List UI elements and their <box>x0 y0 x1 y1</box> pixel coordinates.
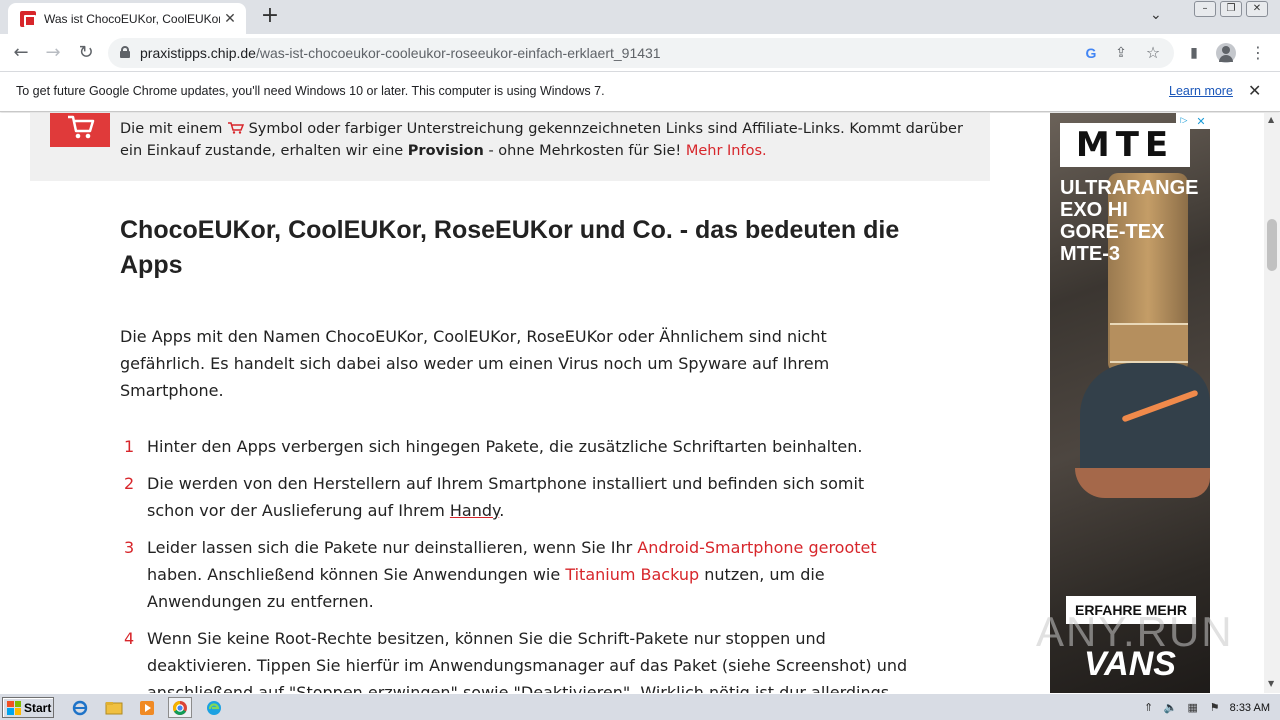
list-text: Hinter den Apps verbergen sich hingegen … <box>147 437 863 456</box>
ie-taskbar-icon[interactable] <box>68 697 92 718</box>
scroll-thumb[interactable] <box>1267 219 1277 271</box>
ad-line: EXO HI <box>1060 199 1128 221</box>
affiliate-text: Die mit einem Symbol oder farbiger Unter… <box>120 119 980 162</box>
affiliate-provision: Provision <box>407 142 484 159</box>
list-number: 4 <box>124 629 135 648</box>
minimize-icon[interactable]: – <box>1194 1 1216 17</box>
list-number: 3 <box>124 538 135 557</box>
media-player-taskbar-icon[interactable] <box>135 697 159 718</box>
chip-favicon-icon <box>20 10 36 27</box>
menu-kebab-icon[interactable]: ⋮ <box>1248 43 1268 63</box>
article-heading: ChocoEUKor, CoolEUKor, RoseEUKor und Co.… <box>120 216 900 279</box>
ad-cuff-image <box>1110 323 1188 363</box>
inline-cart-icon <box>227 122 244 134</box>
url-path: /was-ist-chocoeukor-cooleukor-roseeukor-… <box>255 45 661 61</box>
bookmark-star-icon[interactable]: ☆ <box>1144 44 1162 62</box>
affiliate-notice: Die mit einem Symbol oder farbiger Unter… <box>30 113 990 181</box>
tab-search-chevron-icon[interactable]: ⌄ <box>1150 7 1162 23</box>
explorer-taskbar-icon[interactable] <box>102 697 126 718</box>
article-intro: Die Apps mit den Namen ChocoEUKor, CoolE… <box>120 327 830 400</box>
ad-line: MTE-3 <box>1060 243 1120 265</box>
google-icon[interactable]: G <box>1082 44 1100 62</box>
titanium-backup-link[interactable]: Titanium Backup <box>565 565 699 584</box>
list-text: Die werden von den Herstellern auf Ihrem… <box>147 474 865 520</box>
list-item: 4 Wenn Sie keine Root-Rechte besitzen, k… <box>120 625 910 693</box>
ad-line: GORE-TEX <box>1060 221 1165 243</box>
list-text: haben. Anschließend können Sie Anwendung… <box>147 565 561 584</box>
lock-icon[interactable] <box>120 46 130 58</box>
windows-taskbar: Start ⇑ 🔈 ▦ ⚑ 8:33 AM <box>0 693 1280 720</box>
restore-icon[interactable]: ❐ <box>1220 1 1242 17</box>
action-center-flag-icon[interactable]: ⚑ <box>1208 701 1222 715</box>
list-item: 1 Hinter den Apps verbergen sich hingege… <box>120 433 910 460</box>
android-root-link[interactable]: Android-Smartphone gerootet <box>637 538 876 557</box>
ad-product-name: ULTRARANGE EXO HI GORE-TEX MTE-3 <box>1060 177 1205 265</box>
window-close-icon[interactable]: ✕ <box>1246 1 1268 17</box>
url-text[interactable]: praxistipps.chip.de/was-ist-chocoeukor-c… <box>140 45 661 61</box>
avatar-icon <box>1216 43 1236 63</box>
profile-button[interactable] <box>1216 43 1236 63</box>
list-item: 2 Die werden von den Herstellern auf Ihr… <box>120 470 910 524</box>
new-tab-button[interactable]: + <box>258 4 282 28</box>
side-panel-icon[interactable]: ▮ <box>1184 43 1204 63</box>
network-icon[interactable]: ▦ <box>1186 701 1200 715</box>
window-controls: – ❐ ✕ <box>1194 1 1268 17</box>
infobar-close-icon[interactable]: ✕ <box>1248 81 1261 100</box>
list-text: . <box>499 501 505 520</box>
ad-line: ULTRARANGE <box>1060 177 1199 199</box>
ad-close-icon[interactable]: ✕ <box>1192 113 1210 129</box>
browser-toolbar: ← → ↻ praxistipps.chip.de/was-ist-chocoe… <box>0 34 1280 72</box>
page-viewport: Die mit einem Symbol oder farbiger Unter… <box>0 113 1264 693</box>
start-button[interactable]: Start <box>2 697 54 718</box>
shopping-cart-icon <box>50 113 110 147</box>
list-item: 3 Leider lassen sich die Pakete nur dein… <box>120 534 910 615</box>
list-text: Wenn Sie keine Root-Rechte besitzen, kön… <box>147 629 908 693</box>
back-arrow-icon[interactable]: ← <box>10 42 32 64</box>
start-label: Start <box>24 700 52 715</box>
ad-shoe-sole <box>1075 468 1210 498</box>
list-text: Leider lassen sich die Pakete nur deinst… <box>147 538 633 557</box>
url-host: praxistipps.chip.de <box>140 45 256 61</box>
tab-strip: Was ist ChocoEUKor, CoolEUKor, Ro ✕ + ⌄ … <box>0 0 1280 34</box>
tab-close-icon[interactable]: ✕ <box>222 11 238 27</box>
forward-arrow-icon[interactable]: → <box>42 42 64 64</box>
vans-advertisement[interactable]: ▷ ✕ MTE ULTRARANGE EXO HI GORE-TEX MTE-3… <box>1050 113 1210 693</box>
anyrun-watermark: ANY.RUN <box>1036 608 1234 655</box>
list-number: 2 <box>124 474 135 493</box>
page-scrollbar[interactable]: ▲ ▼ <box>1264 113 1280 693</box>
tab-title: Was ist ChocoEUKor, CoolEUKor, Ro <box>44 11 220 26</box>
list-number: 1 <box>124 437 135 456</box>
update-infobar: To get future Google Chrome updates, you… <box>0 72 1280 112</box>
affiliate-text-1: Die mit einem <box>120 121 223 137</box>
scroll-up-arrow-icon[interactable]: ▲ <box>1268 115 1274 124</box>
windows-logo-icon <box>7 700 21 715</box>
browser-tab[interactable]: Was ist ChocoEUKor, CoolEUKor, Ro ✕ <box>8 3 246 34</box>
scroll-down-arrow-icon[interactable]: ▼ <box>1268 679 1274 688</box>
mehr-infos-link[interactable]: Mehr Infos. <box>686 143 767 159</box>
clock[interactable]: 8:33 AM <box>1230 702 1270 714</box>
volume-icon[interactable]: 🔈 <box>1164 701 1178 715</box>
handy-link[interactable]: Handy <box>450 501 499 520</box>
edge-taskbar-icon[interactable] <box>202 697 226 718</box>
infobar-message: To get future Google Chrome updates, you… <box>16 84 605 98</box>
reload-icon[interactable]: ↻ <box>75 42 97 64</box>
article-list: 1 Hinter den Apps verbergen sich hingege… <box>120 433 910 693</box>
learn-more-link[interactable]: Learn more <box>1169 84 1233 98</box>
ad-mte-logo: MTE <box>1060 123 1190 167</box>
tray-expand-icon[interactable]: ⇑ <box>1142 701 1156 715</box>
address-bar[interactable]: praxistipps.chip.de/was-ist-chocoeukor-c… <box>108 38 1174 68</box>
system-tray: ⇑ 🔈 ▦ ⚑ 8:33 AM <box>1134 694 1280 720</box>
share-icon[interactable]: ⇪ <box>1112 44 1130 62</box>
chrome-taskbar-icon[interactable] <box>168 697 192 718</box>
affiliate-text-3: - ohne Mehrkosten für Sie! <box>488 142 682 159</box>
